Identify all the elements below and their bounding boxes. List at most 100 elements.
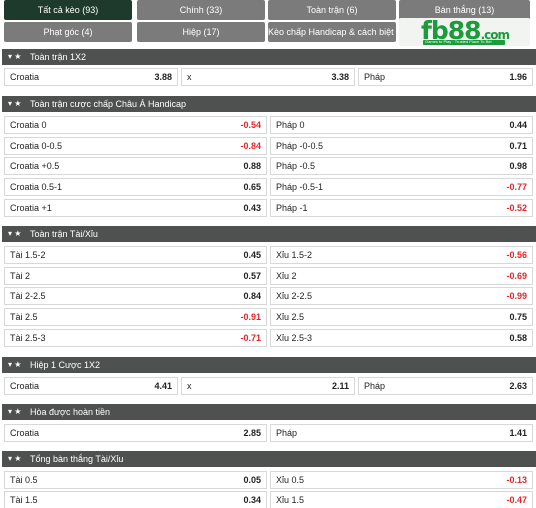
- odds-label: Pháp: [364, 72, 386, 82]
- odds-value: 0.75: [509, 312, 527, 322]
- odds-cell[interactable]: Tài 2.5-3 -0.71: [4, 329, 267, 347]
- section-header-first-half-1x2[interactable]: ▾ ★ Hiệp 1 Cược 1X2: [2, 357, 536, 373]
- odds-cell[interactable]: Pháp 0 0.44: [270, 116, 533, 134]
- odds-value: -0.54: [240, 120, 261, 130]
- odds-cell[interactable]: Pháp -1 -0.52: [270, 199, 533, 217]
- odds-label: Tài 0.5: [10, 475, 38, 485]
- odds-label: Tài 1.5: [10, 495, 38, 505]
- section-title: Hòa được hoàn tiền: [30, 407, 110, 417]
- odds-cell[interactable]: Tài 1.5 0.34: [4, 491, 267, 508]
- odds-label: Pháp 0: [276, 120, 305, 130]
- odds-value: 0.65: [243, 182, 261, 192]
- odds-cell[interactable]: Croatia +0.5 0.88: [4, 157, 267, 175]
- odds-cell[interactable]: Pháp 1.41: [270, 424, 533, 442]
- section-header-total-goals[interactable]: ▾ ★ Tổng bàn thắng Tài/Xỉu: [2, 451, 536, 467]
- odds-cell[interactable]: Xỉu 1.5 -0.47: [270, 491, 533, 508]
- odds-cell[interactable]: Croatia 2.85: [4, 424, 267, 442]
- fb88-logo: fb88.com Games to Play · Trusted Place T…: [399, 18, 530, 46]
- odds-cell[interactable]: Croatia 4.41: [4, 377, 178, 395]
- tab-full-time[interactable]: Toàn trận (6): [268, 0, 396, 20]
- odds-cell[interactable]: Tài 2.5 -0.91: [4, 308, 267, 326]
- odds-cell[interactable]: Pháp -0.5 0.98: [270, 157, 533, 175]
- odds-value: 3.88: [154, 72, 172, 82]
- odds-label: x: [187, 381, 192, 391]
- odds-label: Xỉu 2: [276, 271, 297, 281]
- odds-cell[interactable]: Xỉu 2-2.5 -0.99: [270, 287, 533, 305]
- section-header-draw-no-bet[interactable]: ▾ ★ Hòa được hoàn tiền: [2, 404, 536, 420]
- odds-cell[interactable]: Tài 2-2.5 0.84: [4, 287, 267, 305]
- tab-goals[interactable]: Bàn thắng (13): [399, 0, 530, 20]
- odds-cell[interactable]: Pháp 2.63: [358, 377, 533, 395]
- section-title: Hiệp 1 Cược 1X2: [30, 360, 100, 370]
- collapse-star-icon[interactable]: ▾ ★: [8, 404, 21, 420]
- odds-label: Tài 1.5-2: [10, 250, 46, 260]
- odds-cell[interactable]: Xỉu 2 -0.69: [270, 267, 533, 285]
- odds-cell[interactable]: Xỉu 0.5 -0.13: [270, 471, 533, 489]
- odds-cell[interactable]: x 3.38: [181, 68, 355, 86]
- odds-cell[interactable]: Croatia 0-0.5 -0.84: [4, 137, 267, 155]
- odds-value: 0.58: [509, 333, 527, 343]
- odds-label: Xỉu 1.5: [276, 495, 305, 505]
- odds-value: 0.57: [243, 271, 261, 281]
- odds-cell[interactable]: Xỉu 1.5-2 -0.56: [270, 246, 533, 264]
- odds-value: -0.52: [506, 203, 527, 213]
- odds-cell[interactable]: Tài 1.5-2 0.45: [4, 246, 267, 264]
- odds-cell[interactable]: Xỉu 2.5-3 0.58: [270, 329, 533, 347]
- section-header-over-under[interactable]: ▾ ★ Toàn trận Tài/Xỉu: [2, 226, 536, 242]
- odds-cell[interactable]: Croatia 0 -0.54: [4, 116, 267, 134]
- odds-cell[interactable]: Croatia +1 0.43: [4, 199, 267, 217]
- odds-cell[interactable]: Croatia 0.5-1 0.65: [4, 178, 267, 196]
- odds-value: 0.05: [243, 475, 261, 485]
- collapse-star-icon[interactable]: ▾ ★: [8, 357, 21, 373]
- odds-value: 0.34: [243, 495, 261, 505]
- collapse-star-icon[interactable]: ▾ ★: [8, 96, 21, 112]
- odds-label: Croatia: [10, 428, 40, 438]
- odds-label: Pháp -1: [276, 203, 308, 213]
- tab-corners[interactable]: Phạt góc (4): [4, 22, 132, 42]
- odds-cell[interactable]: x 2.11: [181, 377, 355, 395]
- odds-value: -0.56: [506, 250, 527, 260]
- odds-value: -0.47: [506, 495, 527, 505]
- collapse-star-icon[interactable]: ▾ ★: [8, 451, 21, 467]
- odds-value: -0.13: [506, 475, 527, 485]
- odds-value: 0.45: [243, 250, 261, 260]
- odds-label: Pháp -0-0.5: [276, 141, 324, 151]
- odds-label: Croatia 0: [10, 120, 47, 130]
- odds-label: Tài 2: [10, 271, 31, 281]
- collapse-star-icon[interactable]: ▾ ★: [8, 49, 21, 65]
- odds-cell[interactable]: Croatia 3.88: [4, 68, 178, 86]
- odds-value: -0.69: [506, 271, 527, 281]
- odds-cell[interactable]: Pháp 1.96: [358, 68, 533, 86]
- odds-value: 0.44: [509, 120, 527, 130]
- odds-value: 1.41: [509, 428, 527, 438]
- odds-value: -0.71: [240, 333, 261, 343]
- section-header-asian-handicap[interactable]: ▾ ★ Toàn trận cược chấp Châu Á Handicap: [2, 96, 536, 112]
- odds-cell[interactable]: Xỉu 2.5 0.75: [270, 308, 533, 326]
- odds-label: Croatia 0-0.5: [10, 141, 63, 151]
- tab-handicap-margin[interactable]: Kèo chấp Handicap & cách biệt (5): [268, 22, 396, 42]
- odds-value: 2.85: [243, 428, 261, 438]
- odds-label: Tài 2.5: [10, 312, 38, 322]
- odds-value: 3.38: [331, 72, 349, 82]
- logo-tagline: Games to Play · Trusted Place To Bet: [425, 39, 492, 44]
- odds-label: Pháp -0.5: [276, 161, 316, 171]
- section-header-fulltime-1x2[interactable]: ▾ ★ Toàn trận 1X2: [2, 49, 536, 65]
- odds-label: Pháp: [276, 428, 298, 438]
- odds-cell[interactable]: Pháp -0-0.5 0.71: [270, 137, 533, 155]
- odds-label: Croatia: [10, 381, 40, 391]
- odds-value: 0.43: [243, 203, 261, 213]
- odds-label: Xỉu 0.5: [276, 475, 305, 485]
- odds-value: 2.63: [509, 381, 527, 391]
- odds-value: 4.41: [154, 381, 172, 391]
- odds-cell[interactable]: Tài 0.5 0.05: [4, 471, 267, 489]
- odds-value: 2.11: [331, 381, 349, 391]
- collapse-star-icon[interactable]: ▾ ★: [8, 226, 21, 242]
- odds-label: Croatia: [10, 72, 40, 82]
- odds-value: 1.96: [509, 72, 527, 82]
- tab-all-markets[interactable]: Tất cả kèo (93): [4, 0, 132, 20]
- section-title: Tổng bàn thắng Tài/Xỉu: [30, 454, 124, 464]
- odds-cell[interactable]: Pháp -0.5-1 -0.77: [270, 178, 533, 196]
- tab-halves[interactable]: Hiệp (17): [137, 22, 265, 42]
- tab-main[interactable]: Chính (33): [137, 0, 265, 20]
- odds-cell[interactable]: Tài 2 0.57: [4, 267, 267, 285]
